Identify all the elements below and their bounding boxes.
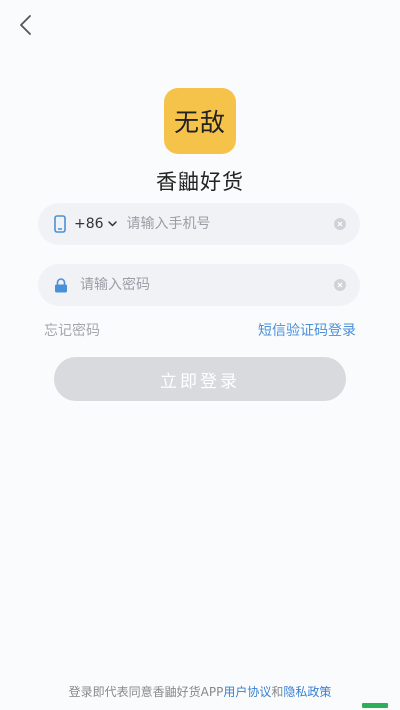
country-code-selector[interactable]: +86 — [74, 216, 117, 232]
login-button[interactable]: 立即登录 — [54, 357, 346, 401]
app-name: 香鼬好货 — [156, 170, 244, 194]
country-code: +86 — [74, 216, 104, 232]
forgot-password-link[interactable]: 忘记密码 — [44, 320, 100, 340]
phone-icon — [54, 215, 66, 233]
app-logo-text: 无敌 — [173, 108, 226, 137]
corner-watermark — [362, 703, 388, 708]
login-links: 忘记密码 短信验证码登录 — [44, 320, 356, 340]
phone-input[interactable] — [126, 216, 334, 232]
password-field — [38, 264, 360, 306]
password-input[interactable] — [80, 277, 334, 293]
user-agreement-link[interactable]: 用户协议 — [223, 685, 271, 699]
back-button[interactable] — [12, 12, 38, 38]
chevron-down-icon — [107, 221, 117, 227]
password-clear-button[interactable] — [334, 279, 346, 291]
phone-clear-button[interactable] — [334, 218, 346, 230]
phone-field: +86 — [38, 203, 360, 245]
sms-login-link[interactable]: 短信验证码登录 — [258, 320, 356, 340]
privacy-policy-link[interactable]: 隐私政策 — [283, 685, 331, 699]
app-logo: 无敌 — [164, 88, 236, 154]
agreement-and: 和 — [271, 685, 284, 699]
lock-icon-wrap — [54, 277, 68, 293]
clear-icon — [337, 282, 343, 288]
lock-icon — [55, 277, 67, 292]
back-arrow-icon — [20, 15, 31, 35]
clear-icon — [337, 221, 343, 227]
agreement-prefix: 登录即代表同意香鼬好货APP — [68, 685, 224, 699]
agreement-text: 登录即代表同意香鼬好货APP用户协议和隐私政策 — [0, 683, 400, 700]
